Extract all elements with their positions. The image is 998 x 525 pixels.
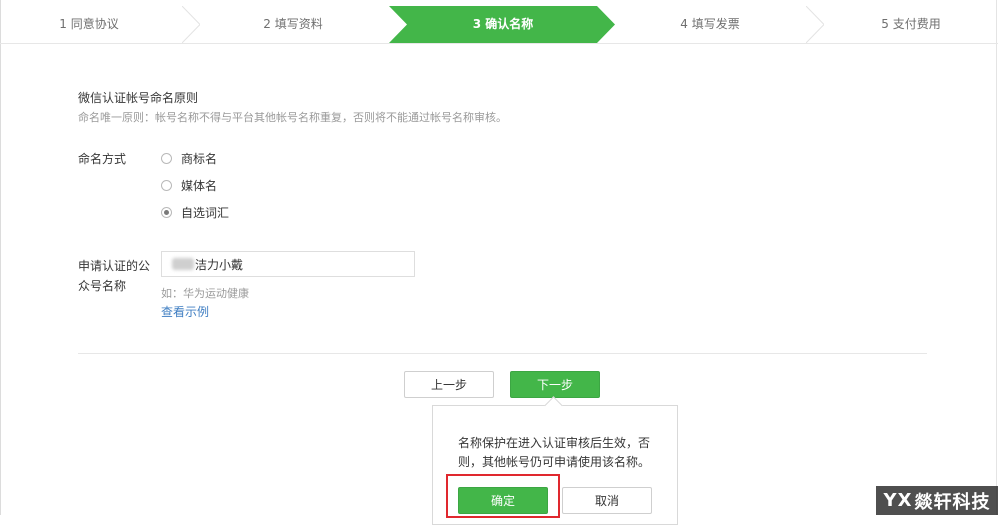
- left-border: [0, 0, 1, 515]
- radio-option-trademark[interactable]: 商标名: [161, 149, 217, 167]
- step-separator-icon: [182, 6, 200, 43]
- step-fill-info: 2 填写资料: [263, 17, 323, 31]
- step-confirm-name: 3 确认名称: [472, 17, 534, 31]
- account-name-label-line2: 众号名称: [78, 279, 127, 293]
- prev-step-button[interactable]: 上一步: [404, 371, 494, 398]
- naming-rules-title: 微信认证帐号命名原则: [78, 91, 199, 105]
- watermark: YX 燚轩科技: [876, 486, 998, 515]
- view-example-link[interactable]: 查看示例: [161, 303, 209, 320]
- radio-button[interactable]: [161, 179, 172, 191]
- radio-label: 自选词汇: [181, 205, 230, 220]
- watermark-text: 燚轩科技: [914, 491, 991, 513]
- step-separator-icon: [806, 6, 824, 43]
- section-divider: [78, 353, 927, 354]
- radio-button[interactable]: [161, 152, 172, 164]
- step-fill-invoice: 4 填写发票: [680, 17, 740, 31]
- account-name-input[interactable]: 洁力小戴: [161, 251, 415, 277]
- cancel-button[interactable]: 取消: [562, 487, 652, 514]
- progress-stepper: 1 同意协议 2 填写资料 3 确认名称 4 填写发票 5 支付费用: [0, 6, 998, 44]
- account-name-hint: 如：华为运动健康: [161, 287, 249, 300]
- account-name-label-line1: 申请认证的公: [78, 259, 151, 273]
- step-pay-fee: 5 支付费用: [881, 17, 941, 31]
- radio-button-checked[interactable]: [161, 206, 172, 218]
- naming-rules-description: 命名唯一原则：帐号名称不得与平台其他帐号名称重复，否则将不能通过帐号名称审核。: [78, 111, 507, 124]
- popover-message: 名称保护在进入认证审核后生效，否则，其他帐号仍可申请使用该名称。: [458, 436, 651, 469]
- account-name-value: 洁力小戴: [195, 257, 244, 272]
- radio-option-media[interactable]: 媒体名: [161, 176, 217, 194]
- radio-label: 媒体名: [181, 178, 218, 193]
- blurred-text: [172, 258, 194, 270]
- watermark-logo: YX: [883, 490, 913, 511]
- account-name-label: 申请认证的公 众号名称: [78, 256, 150, 296]
- radio-label: 商标名: [181, 151, 218, 166]
- step-agree-terms: 1 同意协议: [59, 17, 119, 31]
- radio-option-custom-words[interactable]: 自选词汇: [161, 203, 229, 221]
- highlight-box: [446, 474, 560, 518]
- right-border: [996, 0, 997, 515]
- next-step-button[interactable]: 下一步: [510, 371, 600, 398]
- naming-method-label: 命名方式: [78, 152, 127, 166]
